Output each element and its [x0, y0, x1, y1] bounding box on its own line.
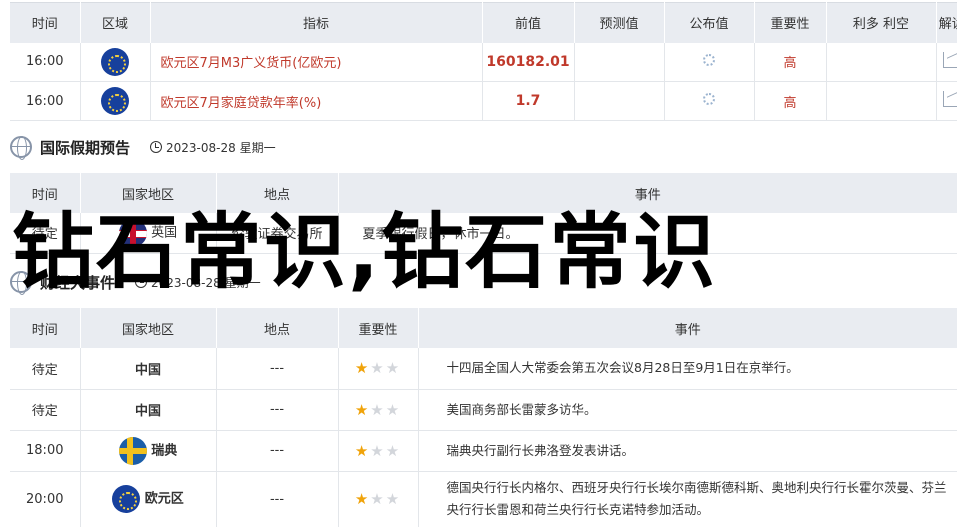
col-place: 地点 [216, 308, 339, 348]
importance-value: 高 [754, 81, 827, 121]
indicator-table-header: 时间 区域 指标 前值 预测值 公布值 重要性 利多 利空 解读 [10, 2, 957, 43]
loading-icon [703, 53, 715, 66]
row-time: 待定 [10, 348, 81, 390]
row-time: 18:00 [10, 430, 81, 472]
prev-value: 160182.01 [482, 42, 575, 82]
importance-stars: ★★★ [338, 430, 419, 472]
importance-stars: ★★★ [338, 471, 419, 527]
star-icon: ★★ [370, 441, 402, 460]
star-icon: ★ [354, 441, 371, 460]
col-forecast: 预测值 [574, 2, 665, 43]
clock-icon [150, 141, 163, 153]
forecast-value [574, 42, 665, 82]
table-row[interactable]: 16:00 欧元区7月家庭贷款年率(%) 1.7 高 [10, 81, 957, 121]
impact-value [826, 81, 937, 121]
col-actual: 公布值 [664, 2, 755, 43]
star-icon: ★ [354, 490, 371, 508]
globe-icon [10, 136, 32, 160]
table-row: 待定 中国 --- ★★★ 美国商务部长雷蒙多访华。 [10, 389, 957, 431]
indicator-table: 时间 区域 指标 前值 预测值 公布值 重要性 利多 利空 解读 16:00 欧… [10, 2, 957, 121]
row-country: 欧元区 [144, 491, 184, 507]
row-country: 瑞典 [151, 443, 178, 458]
chart-icon[interactable] [942, 91, 957, 107]
row-event: 美国商务部长雷蒙多访华。 [418, 389, 957, 431]
importance-stars: ★★★ [338, 389, 419, 431]
star-icon: ★ [354, 400, 371, 419]
star-icon: ★★ [370, 490, 402, 508]
row-country: 中国 [80, 389, 217, 431]
col-impact: 利多 利空 [826, 2, 937, 43]
col-event: 事件 [418, 308, 957, 348]
events-table-header: 时间 国家地区 地点 重要性 事件 [10, 308, 957, 348]
row-time: 待定 [10, 389, 81, 431]
chart-icon[interactable] [942, 51, 957, 68]
eu-flag-icon [101, 87, 129, 115]
col-time: 时间 [10, 308, 81, 348]
holiday-section-header: 国际假期预告 2023-08-28 星期一 [10, 132, 276, 162]
events-table: 时间 国家地区 地点 重要性 事件 待定 中国 --- ★★★ 十四届全国人大常… [10, 308, 957, 527]
table-row: 18:00 瑞典 --- ★★★ 瑞典央行副行长弗洛登发表讲话。 [10, 430, 957, 472]
importance-value: 高 [754, 42, 827, 82]
row-event: 瑞典央行副行长弗洛登发表讲话。 [418, 430, 957, 472]
row-time: 20:00 [10, 471, 81, 527]
sweden-flag-icon [118, 436, 147, 465]
row-country: 中国 [80, 348, 217, 390]
table-row: 待定 中国 --- ★★★ 十四届全国人大常委会第五次会议8月28日至9月1日在… [10, 348, 957, 390]
col-time: 时间 [10, 2, 81, 43]
row-place: --- [216, 389, 339, 431]
table-row[interactable]: 16:00 欧元区7月M3广义货币(亿欧元) 160182.01 高 [10, 42, 957, 82]
eu-flag-icon [112, 485, 141, 513]
table-row: 20:00 欧元区 --- ★★★ 德国央行行长内格尔、西班牙央行行长埃尔南德斯… [10, 471, 957, 527]
col-indicator: 指标 [150, 2, 483, 43]
col-analysis: 解读 [936, 2, 957, 43]
eu-flag-icon [101, 47, 129, 76]
row-time: 16:00 [10, 81, 81, 121]
col-importance: 重要性 [754, 2, 827, 43]
holiday-section-title: 国际假期预告 [40, 138, 131, 157]
col-prev: 前值 [482, 2, 575, 43]
star-icon: ★★ [370, 400, 402, 419]
row-place: --- [216, 348, 339, 390]
prev-value: 1.7 [482, 81, 575, 121]
row-place: --- [216, 471, 339, 527]
loading-icon [703, 93, 715, 105]
watermark-text: 钻石常识,钻石常识 [12, 205, 718, 300]
col-region: 区域 [80, 2, 151, 43]
row-time: 16:00 [10, 42, 81, 82]
row-place: --- [216, 430, 339, 472]
holiday-date: 2023-08-28 星期一 [166, 140, 276, 155]
indicator-link[interactable]: 欧元区7月家庭贷款年率(%) [150, 81, 483, 121]
forecast-value [574, 81, 665, 121]
row-event: 德国央行行长内格尔、西班牙央行行长埃尔南德斯德科斯、奥地利央行行长霍尔茨曼、芬兰… [418, 471, 957, 527]
row-event: 十四届全国人大常委会第五次会议8月28日至9月1日在京举行。 [418, 348, 957, 390]
col-country: 国家地区 [80, 308, 217, 348]
indicator-link[interactable]: 欧元区7月M3广义货币(亿欧元) [150, 42, 483, 82]
star-icon: ★ [354, 359, 371, 378]
col-importance: 重要性 [338, 308, 419, 348]
star-icon: ★★ [370, 359, 402, 378]
importance-stars: ★★★ [338, 348, 419, 390]
impact-value [826, 42, 937, 82]
